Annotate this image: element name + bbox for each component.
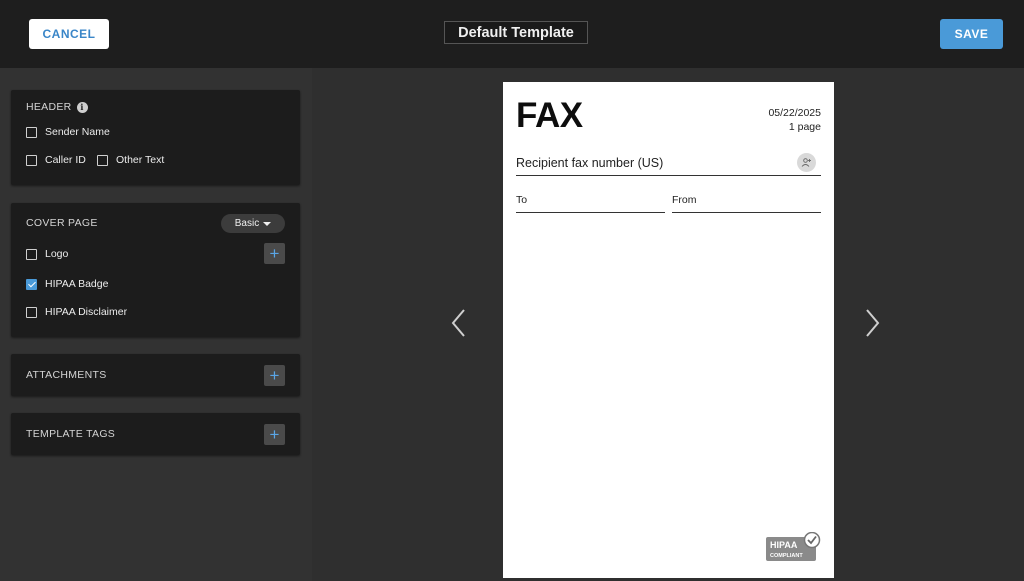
- fax-date: 05/22/2025: [768, 107, 821, 119]
- sender-name-option[interactable]: Sender Name: [26, 126, 110, 138]
- hipaa-disclaimer-option[interactable]: HIPAA Disclaimer: [26, 306, 127, 318]
- other-text-option[interactable]: Other Text: [97, 154, 164, 166]
- chevron-right-icon: [866, 309, 880, 337]
- chevron-left-icon: [451, 309, 465, 337]
- attachments-section: ATTACHMENTS +: [11, 354, 300, 396]
- fax-title: FAX: [516, 96, 583, 135]
- top-bar: CANCEL Default Template SAVE: [0, 0, 1024, 68]
- caller-id-checkbox[interactable]: [26, 154, 37, 166]
- header-section-title: HEADER i: [26, 101, 88, 113]
- plus-icon: +: [269, 244, 280, 263]
- cover-style-dropdown[interactable]: Basic: [221, 214, 285, 233]
- recipient-fax-field[interactable]: Recipient fax number (US): [516, 153, 821, 176]
- logo-checkbox[interactable]: [26, 248, 37, 260]
- info-icon[interactable]: i: [76, 101, 88, 113]
- template-name-field[interactable]: Default Template: [444, 21, 588, 44]
- hipaa-compliant-badge: HIPAA COMPLIANT: [766, 531, 822, 562]
- header-title-text: HEADER: [26, 101, 72, 113]
- attachments-title: ATTACHMENTS: [26, 369, 107, 381]
- contact-add-icon[interactable]: [797, 153, 816, 172]
- add-template-tag-button[interactable]: +: [264, 424, 285, 445]
- save-button[interactable]: SAVE: [940, 19, 1003, 49]
- template-name-text: Default Template: [458, 24, 574, 41]
- cover-style-value: Basic: [234, 218, 260, 229]
- other-text-label: Other Text: [116, 154, 165, 166]
- hipaa-disclaimer-checkbox[interactable]: [26, 306, 37, 318]
- template-tags-section: TEMPLATE TAGS +: [11, 413, 300, 455]
- caller-id-option[interactable]: Caller ID: [26, 154, 86, 166]
- cancel-button[interactable]: CANCEL: [29, 19, 109, 49]
- to-field[interactable]: To: [516, 194, 665, 213]
- cover-page-title: COVER PAGE: [26, 217, 98, 229]
- from-field[interactable]: From: [672, 194, 821, 213]
- sender-name-checkbox[interactable]: [26, 126, 37, 138]
- fax-cover-page: FAX 05/22/2025 1 page Recipient fax numb…: [503, 82, 834, 578]
- plus-icon: +: [269, 366, 280, 385]
- fax-page-count: 1 page: [788, 121, 821, 133]
- logo-option[interactable]: Logo: [26, 248, 68, 260]
- cover-page-section: COVER PAGE Basic Logo + HIPAA Badge HIPA…: [11, 203, 300, 337]
- hipaa-disclaimer-label: HIPAA Disclaimer: [45, 306, 128, 318]
- previous-page-button[interactable]: [449, 307, 469, 339]
- caret-down-icon: [263, 221, 272, 226]
- header-section: HEADER i Sender Name Caller ID Other Tex…: [11, 90, 300, 185]
- to-label: To: [516, 194, 528, 206]
- plus-icon: +: [269, 425, 280, 444]
- hipaa-badge-label: HIPAA Badge: [45, 278, 109, 290]
- add-attachment-button[interactable]: +: [264, 365, 285, 386]
- hipaa-badge-option[interactable]: HIPAA Badge: [26, 278, 108, 290]
- other-text-checkbox[interactable]: [97, 154, 108, 166]
- hipaa-badge-checkbox[interactable]: [26, 278, 37, 290]
- add-logo-button[interactable]: +: [264, 243, 285, 264]
- from-label: From: [672, 194, 697, 206]
- logo-label: Logo: [45, 248, 69, 260]
- recipient-fax-placeholder: Recipient fax number (US): [516, 156, 664, 170]
- template-tags-title: TEMPLATE TAGS: [26, 428, 116, 440]
- sender-name-label: Sender Name: [45, 126, 110, 138]
- hipaa-badge-line1: HIPAA: [770, 540, 798, 550]
- next-page-button[interactable]: [862, 307, 882, 339]
- hipaa-badge-line2: COMPLIANT: [770, 553, 803, 559]
- caller-id-label: Caller ID: [45, 154, 86, 166]
